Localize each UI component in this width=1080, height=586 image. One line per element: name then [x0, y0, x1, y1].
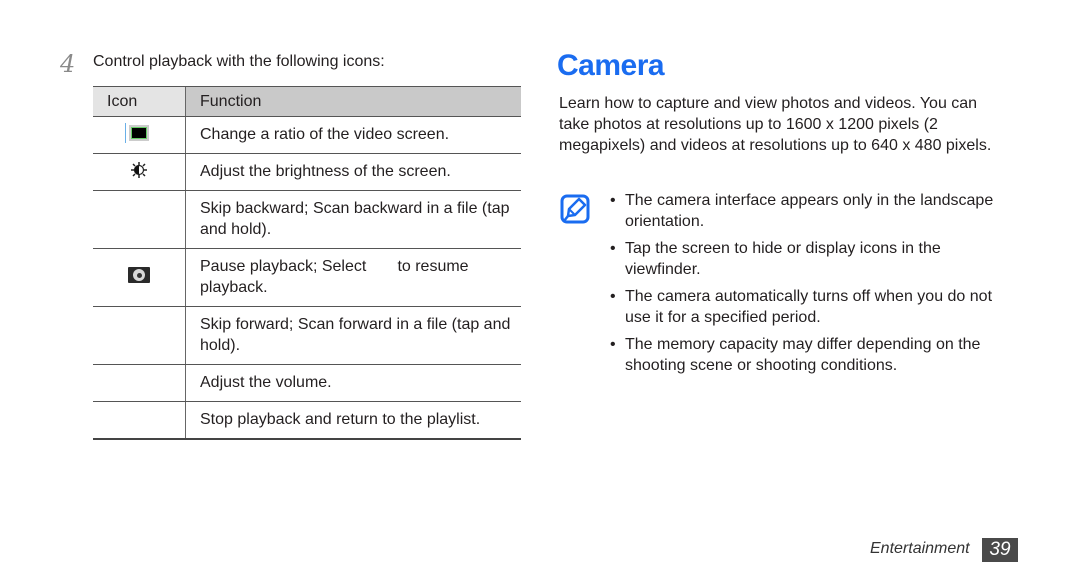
note-bullet: Tap the screen to hide or display icons …: [610, 238, 1020, 280]
function-text: Adjust the brightness of the screen.: [185, 153, 521, 191]
function-text: Skip backward; Scan backward in a file (…: [185, 190, 521, 249]
footer-section-label: Entertainment: [870, 540, 970, 557]
note-pencil-icon: [560, 194, 590, 224]
function-text: Change a ratio of the video screen.: [185, 116, 521, 154]
table-row: Change a ratio of the video screen.: [93, 116, 521, 154]
aspect-ratio-icon: [125, 122, 149, 143]
table-row: Adjust the volume.: [93, 364, 521, 402]
step-instruction: Control playback with the following icon…: [93, 53, 385, 70]
function-text: Skip forward; Scan forward in a file (ta…: [185, 306, 521, 365]
function-text: Stop playback and return to the playlist…: [185, 401, 521, 440]
page-number: 39: [982, 538, 1018, 562]
table-row: Adjust the brightness of the screen.: [93, 153, 521, 191]
function-text: Adjust the volume.: [185, 364, 521, 402]
table-row: Pause playback; Select to resume playbac…: [93, 248, 521, 307]
table-row: Stop playback and return to the playlist…: [93, 401, 521, 440]
step-number: 4: [60, 50, 76, 78]
header-icon: Icon: [93, 86, 186, 117]
note-bullet: The camera automatically turns off when …: [610, 286, 1020, 328]
table-row: Skip forward; Scan forward in a file (ta…: [93, 306, 521, 365]
function-text: Pause playback; Select to resume playbac…: [185, 248, 521, 307]
table-row: Skip backward; Scan backward in a file (…: [93, 190, 521, 249]
intro-paragraph: Learn how to capture and view photos and…: [559, 95, 992, 154]
header-function: Function: [185, 86, 521, 117]
brightness-icon: [130, 161, 148, 179]
pause-icon: [128, 267, 150, 283]
playback-icons-table: Icon Function Change a ratio of the vide…: [93, 86, 521, 440]
section-title: Camera: [557, 49, 665, 82]
note-bullet-list: The camera interface appears only in the…: [610, 190, 1020, 382]
note-bullet: The camera interface appears only in the…: [610, 190, 1020, 232]
note-bullet: The memory capacity may differ depending…: [610, 334, 1020, 376]
table-header-row: Icon Function: [93, 86, 521, 117]
